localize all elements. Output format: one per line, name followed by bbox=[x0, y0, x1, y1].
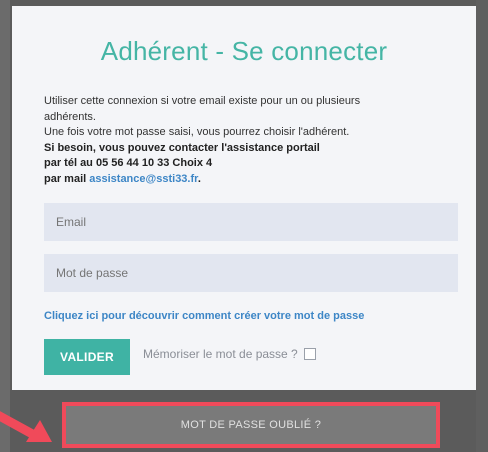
create-password-link[interactable]: Cliquez ici pour découvrir comment créer… bbox=[44, 310, 364, 322]
info-mail-line: par mail assistance@ssti33.fr. bbox=[44, 172, 444, 188]
info-line-bold: Si besoin, vous pouvez contacter l'assis… bbox=[44, 141, 320, 154]
submit-button[interactable]: VALIDER bbox=[44, 339, 130, 375]
mail-prefix: par mail bbox=[44, 172, 87, 185]
email-input[interactable] bbox=[44, 203, 458, 241]
arrow-annotation-icon bbox=[0, 411, 52, 442]
forgot-password-button[interactable]: MOT DE PASSE OUBLIÉ ? bbox=[66, 406, 436, 444]
info-line: Utiliser cette connexion si votre email … bbox=[44, 95, 361, 107]
background-stripe-right bbox=[476, 0, 488, 452]
forgot-password-highlight: MOT DE PASSE OUBLIÉ ? bbox=[62, 402, 440, 448]
background-stripe-left bbox=[0, 0, 10, 452]
remember-label: Mémoriser le mot de passe ? bbox=[143, 347, 298, 361]
info-line: adhérents. bbox=[44, 110, 96, 123]
login-panel: Adhérent - Se connecter Utiliser cette c… bbox=[12, 6, 476, 390]
password-input[interactable] bbox=[44, 254, 458, 292]
mail-suffix: . bbox=[197, 172, 201, 185]
mail-link[interactable]: assistance@ssti33.fr bbox=[89, 173, 198, 185]
remember-password[interactable]: Mémoriser le mot de passe ? bbox=[143, 347, 316, 361]
info-text: Utiliser cette connexion si votre email … bbox=[44, 94, 444, 187]
info-line-bold: par tél au 05 56 44 10 33 Choix 4 bbox=[44, 157, 213, 169]
page-title: Adhérent - Se connecter bbox=[100, 36, 388, 66]
remember-checkbox[interactable] bbox=[303, 348, 316, 360]
info-line: Une fois votre mot passe saisi, vous pou… bbox=[44, 126, 350, 138]
